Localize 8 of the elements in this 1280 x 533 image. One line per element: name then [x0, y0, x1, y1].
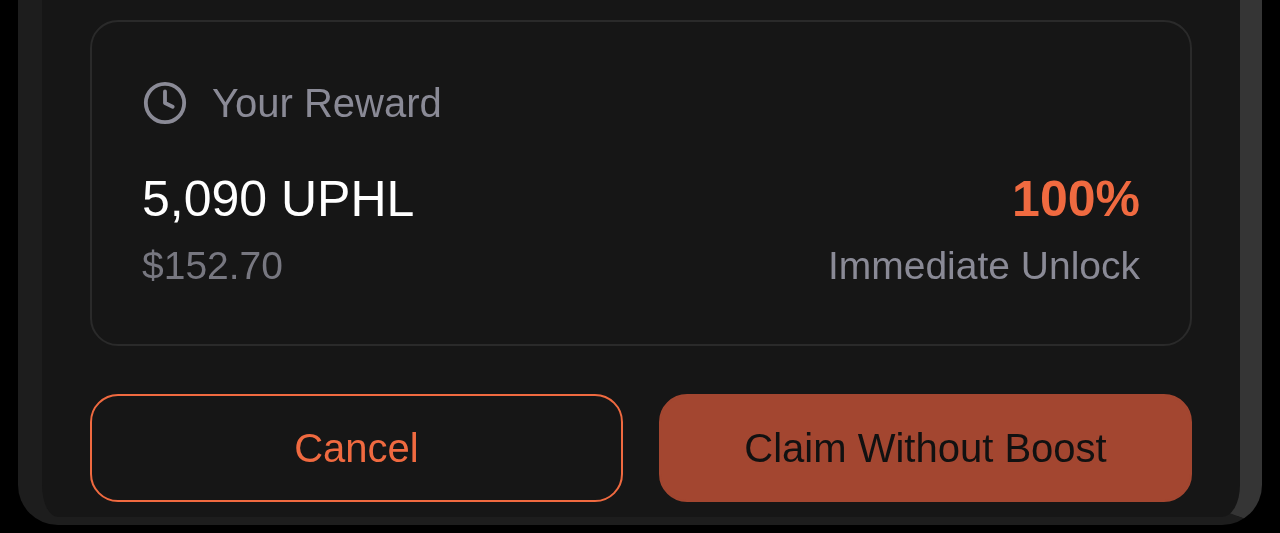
reward-percent: 100%: [1012, 174, 1140, 224]
cancel-button[interactable]: Cancel: [90, 394, 623, 502]
reward-amount: 5,090 UPHL: [142, 174, 415, 224]
reward-label: Your Reward: [212, 83, 442, 123]
unlock-label: Immediate Unlock: [827, 246, 1140, 285]
clock-icon: [142, 80, 188, 126]
reward-usd-value: $152.70: [142, 246, 283, 285]
claim-button[interactable]: Claim Without Boost: [659, 394, 1192, 502]
